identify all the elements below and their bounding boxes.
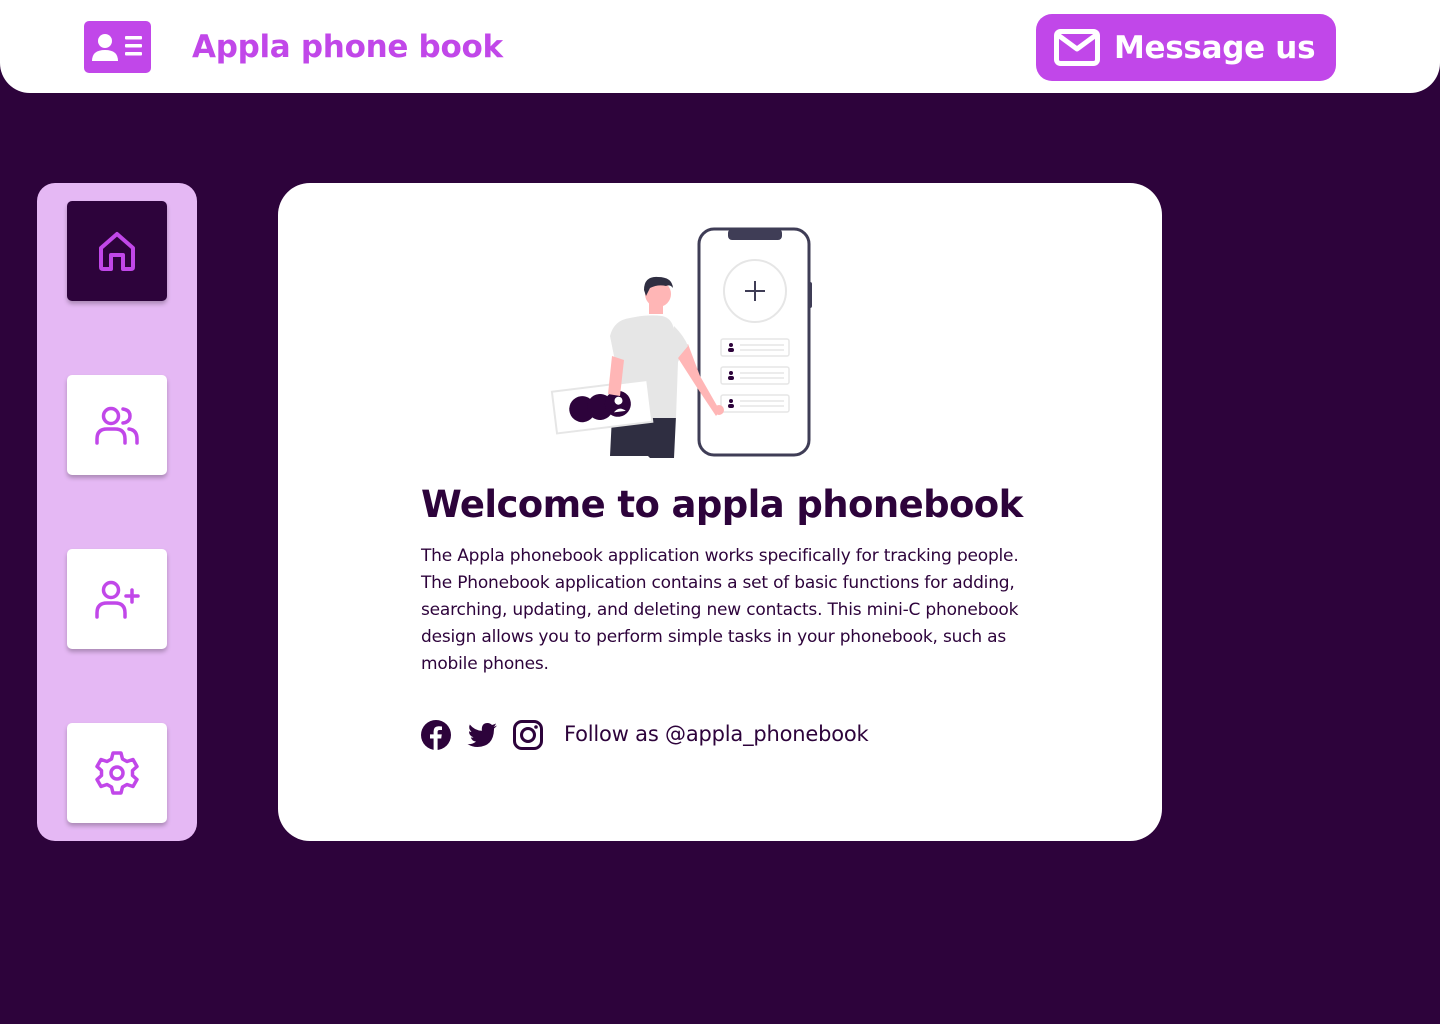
- follow-handle-text: Follow as @appla_phonebook: [564, 722, 869, 746]
- message-us-label: Message us: [1114, 30, 1316, 66]
- message-us-button[interactable]: Message us: [1036, 14, 1336, 81]
- settings-gear-icon: [95, 751, 139, 795]
- users-icon: [95, 406, 139, 445]
- welcome-description: The Appla phonebook application works sp…: [421, 546, 1019, 674]
- sidebar-nav: [37, 183, 197, 841]
- facebook-icon[interactable]: [420, 719, 452, 751]
- mail-icon: [1054, 29, 1100, 66]
- person-with-phone-contacts-illustration: [550, 227, 812, 458]
- app-title: Appla phone book: [192, 29, 503, 65]
- user-plus-icon: [95, 580, 140, 619]
- contact-card-icon: [84, 21, 151, 73]
- home-icon: [99, 232, 135, 271]
- instagram-icon[interactable]: [512, 719, 544, 751]
- sidebar-item-settings[interactable]: [67, 723, 167, 823]
- top-bar: Appla phone book Message us: [0, 0, 1440, 93]
- sidebar-item-home[interactable]: [67, 201, 167, 301]
- sidebar-item-add-contact[interactable]: [67, 549, 167, 649]
- twitter-icon[interactable]: [466, 719, 498, 751]
- sidebar-item-contacts[interactable]: [67, 375, 167, 475]
- welcome-heading: Welcome to appla phonebook: [421, 483, 1023, 526]
